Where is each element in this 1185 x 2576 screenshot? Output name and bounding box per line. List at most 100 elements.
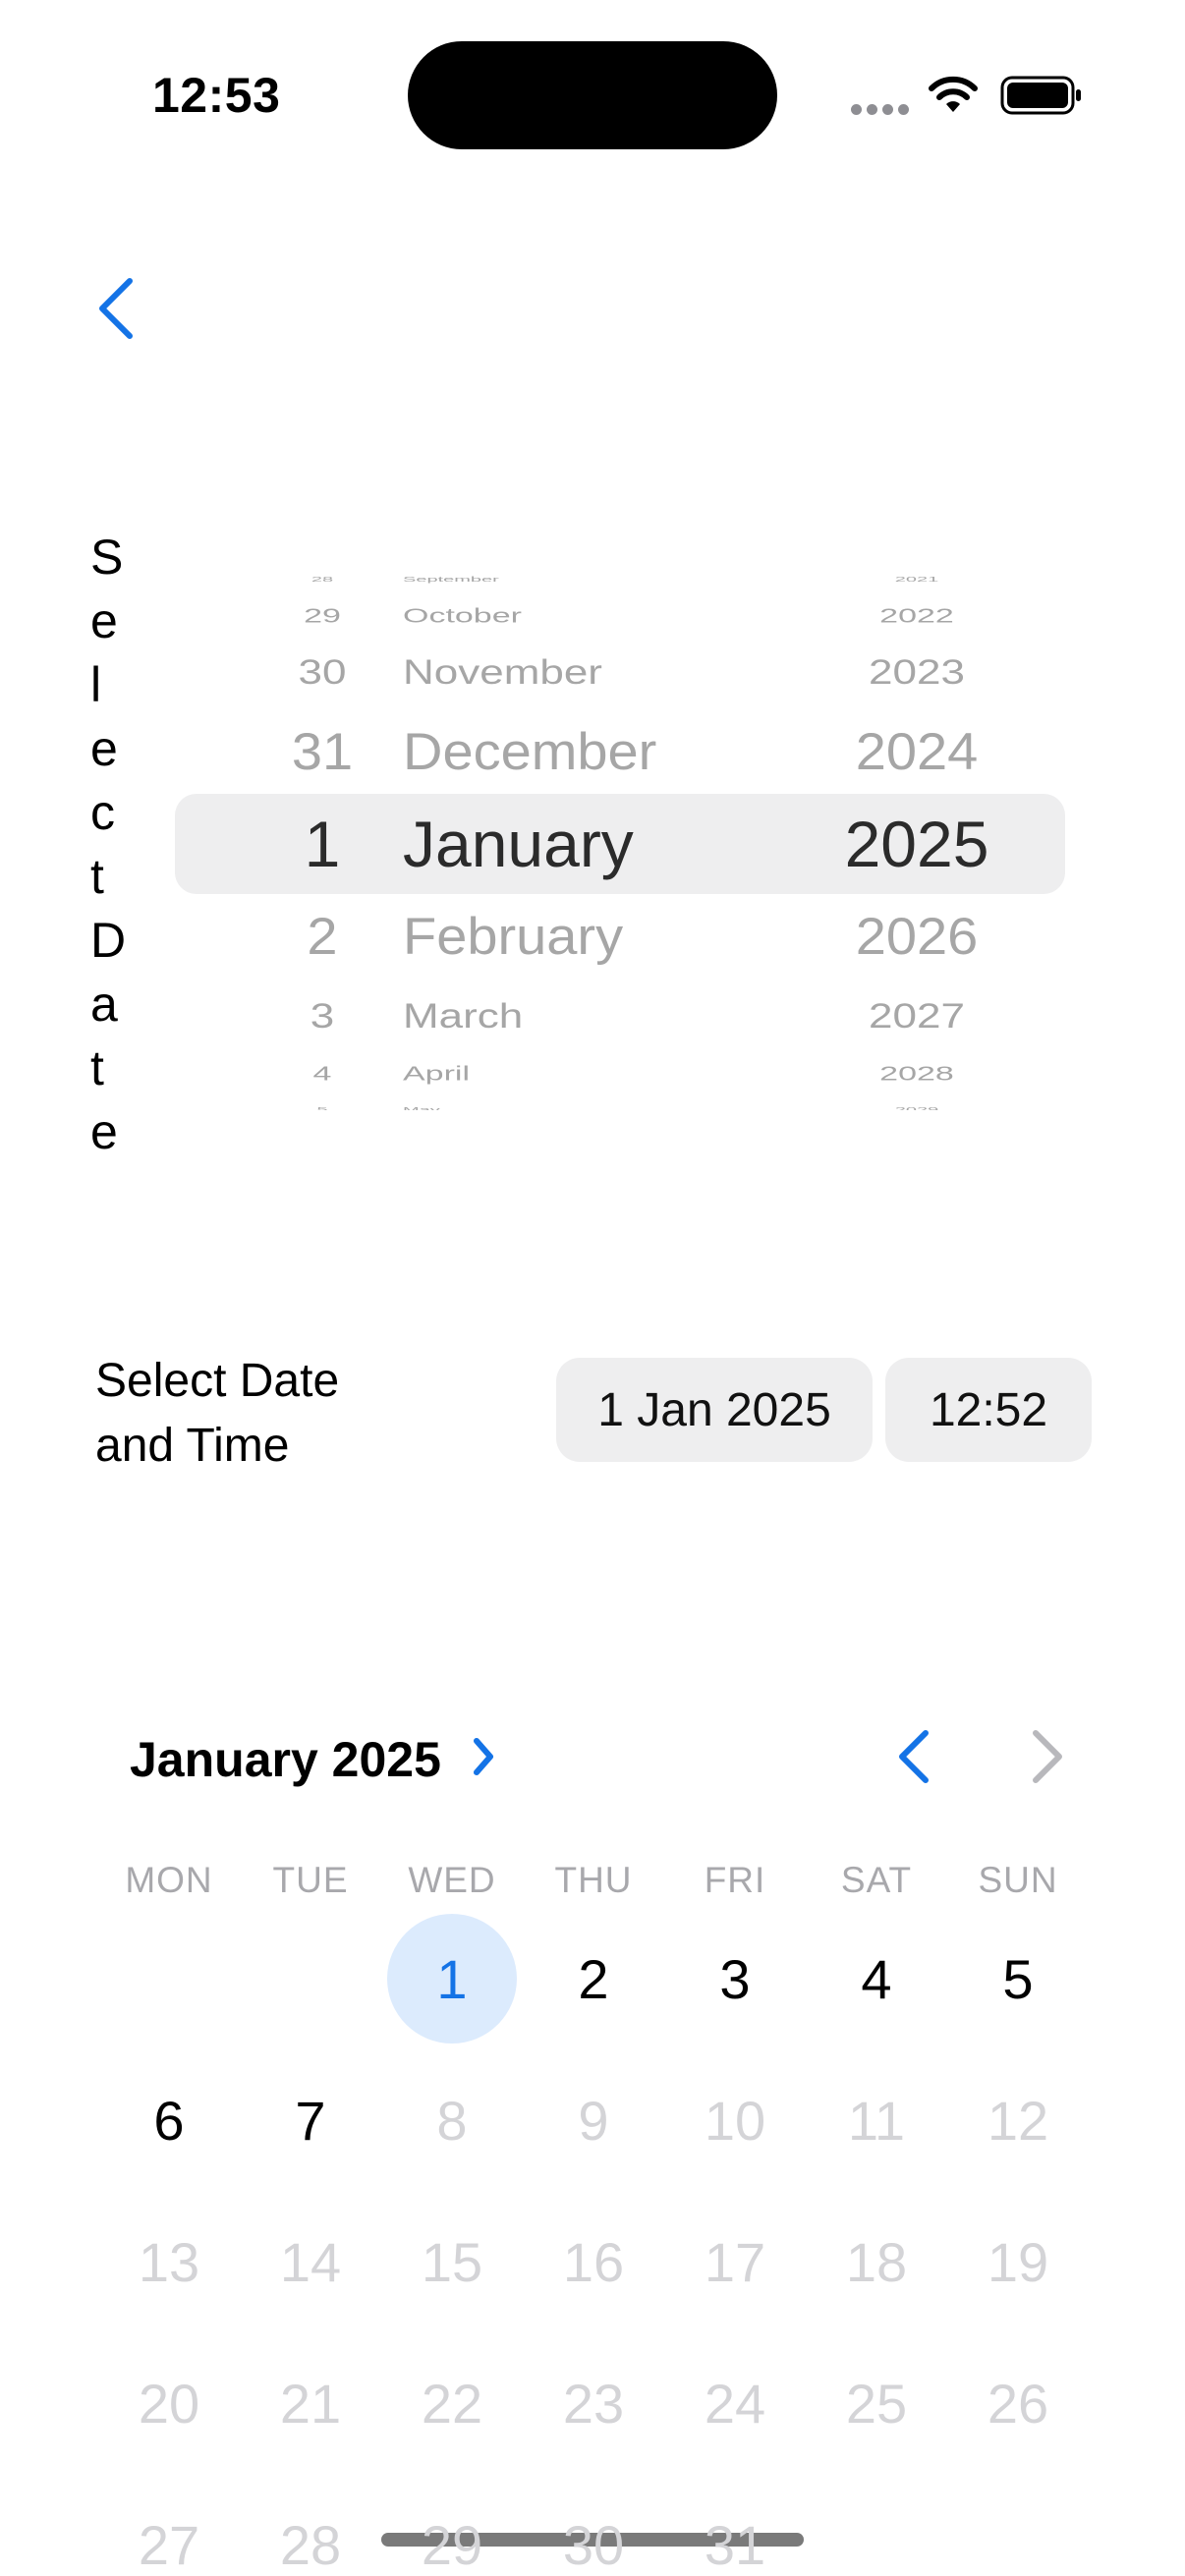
calendar-day: 27 xyxy=(98,2474,240,2576)
calendar-day: 30 xyxy=(523,2474,664,2576)
wheel-item-month[interactable]: February xyxy=(403,910,776,962)
wheel-item-month[interactable]: January xyxy=(403,812,776,876)
calendar-day: 19 xyxy=(947,2191,1089,2332)
cellular-signal-icon xyxy=(851,104,910,118)
calendar-day-number: 15 xyxy=(421,2230,483,2293)
previous-month-chevron-icon[interactable] xyxy=(894,1727,933,1786)
wheel-item-month[interactable]: October xyxy=(403,606,776,626)
weekday-label: SAT xyxy=(840,1860,913,1900)
calendar-day: 11 xyxy=(806,2049,947,2191)
vertical-label-letter: t xyxy=(90,1040,104,1095)
wheel-item-year[interactable]: 2028 xyxy=(804,1064,1030,1084)
vertical-label-letter: c xyxy=(90,785,115,840)
date-wheel-picker[interactable]: 28 29 30 31 1 2 3 4 5 September October November De… xyxy=(175,570,1065,1110)
calendar-day-number: 25 xyxy=(845,2372,908,2435)
month-expand-chevron-icon[interactable] xyxy=(469,1731,498,1782)
calendar-day: 18 xyxy=(806,2191,947,2332)
calendar-day-number: 22 xyxy=(421,2372,483,2435)
wheel-item-day[interactable]: 31 xyxy=(263,725,381,777)
wheel-item-day[interactable]: 28 xyxy=(263,577,381,584)
calendar-day: 28 xyxy=(240,2474,381,2576)
date-chip-button[interactable]: 1 Jan 2025 xyxy=(556,1358,873,1462)
calendar-day-number: 8 xyxy=(436,2089,468,2152)
calendar-day-number: 1 xyxy=(436,1947,468,2010)
calendar-day: 31 xyxy=(664,2474,806,2576)
calendar-day-number: 21 xyxy=(279,2372,342,2435)
calendar-empty-cell xyxy=(240,1908,381,2049)
wheel-item-year[interactable]: 2026 xyxy=(804,910,1030,962)
weekday-label: WED xyxy=(408,1860,496,1900)
calendar-day: 17 xyxy=(664,2191,806,2332)
wheel-item-day[interactable]: 29 xyxy=(263,606,381,626)
wheel-item-month[interactable]: April xyxy=(403,1064,776,1084)
calendar-day: 21 xyxy=(240,2332,381,2474)
calendar-day-number: 23 xyxy=(562,2372,625,2435)
vertical-label-letter: l xyxy=(90,657,102,712)
calendar-day-number: 16 xyxy=(562,2230,625,2293)
calendar-day-number: 19 xyxy=(987,2230,1049,2293)
calendar-day-number: 31 xyxy=(704,2513,766,2576)
calendar-day[interactable]: 4 xyxy=(806,1908,947,2049)
weekday-header: MON TUE WED THU FRI SAT SUN xyxy=(98,1860,1089,1901)
vertical-select-date-label: SelectDate xyxy=(90,526,130,1164)
vertical-label-letter: S xyxy=(90,530,124,585)
battery-icon xyxy=(1000,76,1081,115)
calendar-day: 13 xyxy=(98,2191,240,2332)
wheel-item-day[interactable]: 30 xyxy=(263,655,381,690)
calendar-day[interactable]: 2 xyxy=(523,1908,664,2049)
calendar-day-number: 10 xyxy=(704,2089,766,2152)
wheel-item-month[interactable]: December xyxy=(403,725,776,777)
calendar-day: 24 xyxy=(664,2332,806,2474)
wheel-item-day[interactable]: 3 xyxy=(263,999,381,1034)
calendar-day-number: 6 xyxy=(153,2089,185,2152)
month-year-title[interactable]: January 2025 xyxy=(130,1731,441,1788)
time-chip-button[interactable]: 12:52 xyxy=(885,1358,1092,1462)
wheel-item-month[interactable]: September xyxy=(403,577,776,584)
calendar-day-number: 5 xyxy=(1002,1947,1034,2010)
wheel-item-day[interactable]: 4 xyxy=(263,1064,381,1084)
calendar-day-number: 14 xyxy=(279,2230,342,2293)
calendar-day-number: 27 xyxy=(138,2513,200,2576)
wheel-column-day[interactable]: 28 29 30 31 1 2 3 4 5 xyxy=(263,570,381,1111)
calendar-day: 10 xyxy=(664,2049,806,2191)
wheel-item-day[interactable]: 5 xyxy=(263,1107,381,1111)
wheel-item-year[interactable]: 2022 xyxy=(804,606,1030,626)
calendar-day-number: 30 xyxy=(562,2513,625,2576)
status-time: 12:53 xyxy=(152,68,281,123)
calendar-day: 9 xyxy=(523,2049,664,2191)
calendar-day[interactable]: 3 xyxy=(664,1908,806,2049)
calendar-day: 29 xyxy=(381,2474,523,2576)
wheel-column-month[interactable]: September October November December January F… xyxy=(403,570,776,1111)
calendar-day: 22 xyxy=(381,2332,523,2474)
wheel-item-day[interactable]: 2 xyxy=(263,910,381,962)
calendar-day-number: 18 xyxy=(845,2230,908,2293)
calendar-day[interactable]: 5 xyxy=(947,1908,1089,2049)
calendar-day: 15 xyxy=(381,2191,523,2332)
wheel-item-year[interactable]: 2024 xyxy=(804,725,1030,777)
wheel-item-month[interactable]: May xyxy=(403,1107,776,1111)
wheel-item-year[interactable]: 2029 xyxy=(804,1107,1030,1111)
calendar-day-number: 24 xyxy=(704,2372,766,2435)
calendar-day-selected[interactable]: 1 xyxy=(381,1908,523,2049)
next-month-chevron-icon[interactable] xyxy=(1028,1727,1067,1786)
wheel-item-month[interactable]: November xyxy=(403,655,776,690)
calendar-day[interactable]: 6 xyxy=(98,2049,240,2191)
vertical-label-letter: t xyxy=(90,849,104,904)
wheel-item-month[interactable]: March xyxy=(403,999,776,1034)
calendar-day-number: 28 xyxy=(279,2513,342,2576)
date-time-label: Select Date and Time xyxy=(95,1355,340,1472)
wheel-item-year[interactable]: 2023 xyxy=(804,655,1030,690)
wheel-item-year[interactable]: 2021 xyxy=(804,577,1030,584)
wheel-item-year[interactable]: 2025 xyxy=(804,812,1030,876)
wheel-column-year[interactable]: 2021 2022 2023 2024 2025 2026 2027 2028 2029 xyxy=(804,570,1030,1111)
wheel-item-year[interactable]: 2027 xyxy=(804,999,1030,1034)
calendar-day: 23 xyxy=(523,2332,664,2474)
wheel-item-day[interactable]: 1 xyxy=(263,812,381,876)
calendar-day-number: 26 xyxy=(987,2372,1049,2435)
calendar-day-number: 12 xyxy=(987,2089,1049,2152)
calendar-day[interactable]: 7 xyxy=(240,2049,381,2191)
calendar-day-number: 17 xyxy=(704,2230,766,2293)
calendar-day-grid[interactable]: 1 2 3 4 5 6 7 8 9 10 11 12 13 14 15 16 17 18 19 20 21 22 23 24 2… xyxy=(98,1908,1089,2576)
calendar-day: 14 xyxy=(240,2191,381,2332)
back-chevron-icon[interactable] xyxy=(94,277,138,340)
